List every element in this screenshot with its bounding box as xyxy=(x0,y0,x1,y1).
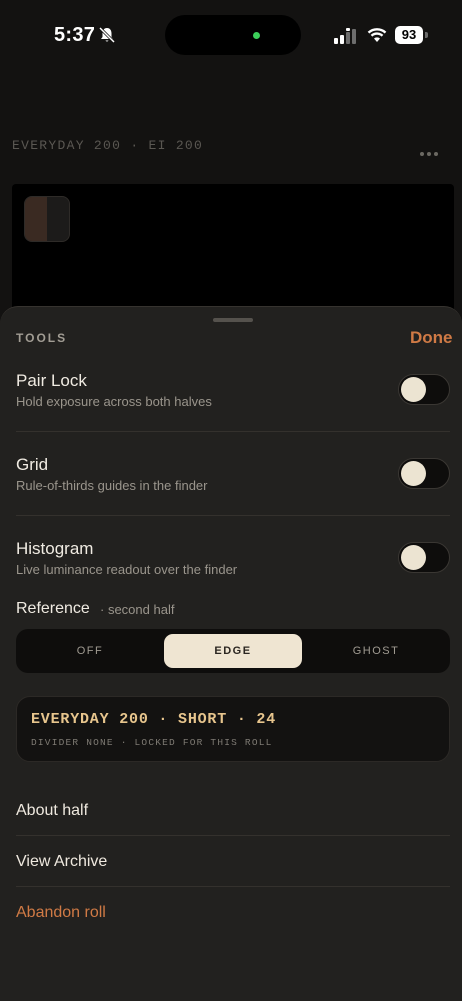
dynamic-island xyxy=(165,15,301,55)
divider xyxy=(16,515,450,516)
divider xyxy=(16,886,450,887)
grid-subtitle: Rule-of-thirds guides in the finder xyxy=(16,478,208,493)
pair-lock-toggle[interactable] xyxy=(398,374,450,405)
grid-title: Grid xyxy=(16,455,49,474)
viewfinder[interactable] xyxy=(12,184,454,324)
status-bar: 5:37 93 xyxy=(0,0,462,70)
segment-ghost[interactable]: GHOST xyxy=(307,634,445,668)
toggle-knob xyxy=(401,461,426,486)
toggle-knob xyxy=(401,377,426,402)
camera-indicator-dot xyxy=(253,32,260,39)
pair-lock-subtitle: Hold exposure across both halves xyxy=(16,394,212,409)
about-half-link[interactable]: About half xyxy=(16,802,88,820)
last-frame-thumbnail[interactable] xyxy=(24,196,70,242)
reference-label: Reference xyxy=(16,600,90,617)
sheet-grabber[interactable] xyxy=(213,318,253,322)
battery-icon: 93 xyxy=(395,26,423,44)
roll-subtitle: DIVIDER NONE · LOCKED FOR THIS ROLL xyxy=(31,737,273,748)
histogram-subtitle: Live luminance readout over the finder xyxy=(16,562,238,577)
done-button[interactable]: Done xyxy=(410,328,453,348)
pair-lock-title: Pair Lock xyxy=(16,371,87,390)
roll-info-card xyxy=(16,696,450,762)
segment-off[interactable]: OFF xyxy=(21,634,159,668)
status-time: 5:37 xyxy=(54,24,96,46)
wifi-icon xyxy=(367,28,387,42)
histogram-toggle[interactable] xyxy=(398,542,450,573)
segment-edge[interactable]: EDGE xyxy=(164,634,302,668)
reference-sublabel: second half xyxy=(100,602,175,617)
ellipsis-icon[interactable] xyxy=(420,143,442,156)
divider xyxy=(16,431,450,432)
battery-nub xyxy=(425,32,428,38)
toggle-knob xyxy=(401,545,426,570)
divider xyxy=(16,835,450,836)
abandon-roll-button[interactable]: Abandon roll xyxy=(16,904,106,922)
sheet-title: TOOLS xyxy=(16,331,68,345)
bell-slash-icon xyxy=(98,26,116,44)
view-archive-link[interactable]: View Archive xyxy=(16,853,107,871)
histogram-title: Histogram xyxy=(16,539,94,558)
reference-segmented-control: OFF EDGE GHOST xyxy=(16,629,450,673)
grid-toggle[interactable] xyxy=(398,458,450,489)
cellular-signal-icon xyxy=(334,28,356,44)
film-stock-label: EVERYDAY 200 · EI 200 xyxy=(12,138,204,153)
roll-title: EVERYDAY 200 · SHORT · 24 xyxy=(31,711,277,728)
